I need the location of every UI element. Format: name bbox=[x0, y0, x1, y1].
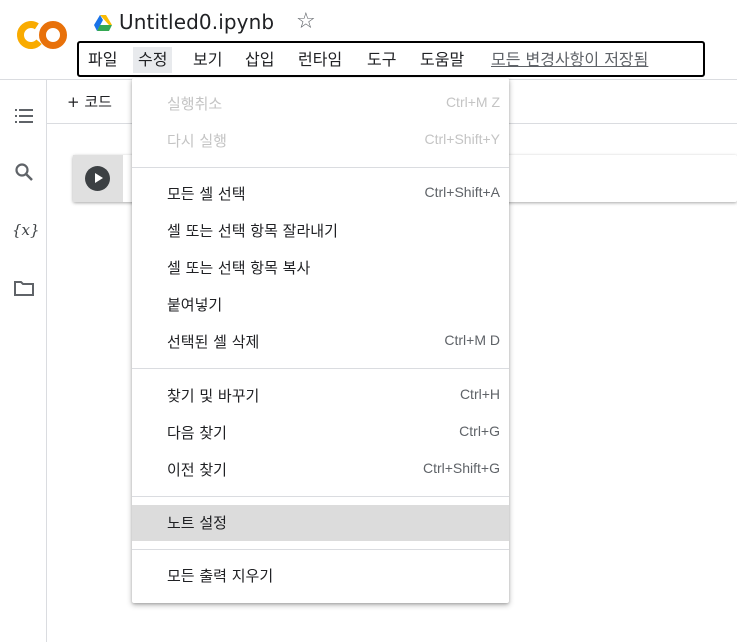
menu-item-label: 붙여넣기 bbox=[167, 296, 223, 314]
menu-edit[interactable]: 수정 bbox=[133, 47, 173, 73]
folder-icon[interactable] bbox=[12, 276, 36, 300]
menu-item-shortcut: Ctrl+Shift+A bbox=[424, 184, 500, 200]
menu-item-shortcut: Ctrl+H bbox=[459, 386, 500, 402]
colab-logo[interactable] bbox=[16, 20, 68, 50]
menu-item-label: 셀 또는 선택 항목 잘라내기 bbox=[167, 222, 338, 240]
menu-divider bbox=[132, 549, 509, 550]
menu-item-find-next[interactable]: 다음 찾기 Ctrl+G bbox=[132, 415, 509, 451]
menu-item-label: 찾기 및 바꾸기 bbox=[167, 387, 260, 405]
menu-item-shortcut: Ctrl+M D bbox=[444, 332, 500, 348]
menu-item-delete-selected-cells[interactable]: 선택된 셀 삭제 Ctrl+M D bbox=[132, 324, 509, 360]
menu-item-redo[interactable]: 다시 실행 Ctrl+Shift+Y bbox=[132, 123, 509, 159]
menu-item-label: 다음 찾기 bbox=[167, 424, 227, 442]
menu-item-label: 모든 출력 지우기 bbox=[167, 567, 274, 585]
menu-item-label: 이전 찾기 bbox=[167, 461, 227, 479]
menu-runtime[interactable]: 런타임 bbox=[293, 47, 347, 73]
menu-divider bbox=[132, 496, 509, 497]
save-status-link[interactable]: 모든 변경사항이 저장됨 bbox=[491, 47, 648, 73]
menu-item-find-replace[interactable]: 찾기 및 바꾸기 Ctrl+H bbox=[132, 378, 509, 414]
edit-dropdown-menu: 실행취소 Ctrl+M Z 다시 실행 Ctrl+Shift+Y 모든 셀 선택… bbox=[132, 78, 509, 603]
menu-item-copy-cell[interactable]: 셀 또는 선택 항목 복사 bbox=[132, 250, 509, 286]
run-cell-button[interactable] bbox=[85, 166, 110, 191]
menu-item-label: 실행취소 bbox=[167, 95, 223, 113]
menubar: 파일 수정 보기 삽입 런타임 도구 도움말 모든 변경사항이 저장됨 bbox=[77, 41, 705, 77]
table-of-contents-icon[interactable] bbox=[12, 104, 36, 128]
cell-gutter bbox=[73, 155, 123, 202]
menu-item-shortcut: Ctrl+Shift+Y bbox=[424, 131, 500, 147]
menu-view[interactable]: 보기 bbox=[188, 47, 227, 73]
add-code-button[interactable]: + 코드 bbox=[67, 90, 112, 114]
menu-item-label: 셀 또는 선택 항목 복사 bbox=[167, 259, 311, 277]
search-icon[interactable] bbox=[12, 160, 36, 184]
menu-item-undo[interactable]: 실행취소 Ctrl+M Z bbox=[132, 86, 509, 122]
menu-item-notebook-settings[interactable]: 노트 설정 bbox=[132, 505, 509, 541]
menu-divider bbox=[132, 167, 509, 168]
menu-divider bbox=[132, 368, 509, 369]
star-icon[interactable]: ☆ bbox=[296, 9, 316, 35]
menu-item-clear-all-outputs[interactable]: 모든 출력 지우기 bbox=[132, 558, 509, 594]
menu-item-label: 다시 실행 bbox=[167, 132, 227, 150]
menu-item-label: 노트 설정 bbox=[167, 514, 227, 532]
menu-file[interactable]: 파일 bbox=[83, 47, 122, 73]
menu-item-label: 모든 셀 선택 bbox=[167, 185, 246, 203]
menu-help[interactable]: 도움말 bbox=[415, 47, 469, 73]
header: Untitled0.ipynb ☆ 파일 수정 보기 삽입 런타임 도구 도움말… bbox=[0, 0, 737, 80]
menu-item-label: 선택된 셀 삭제 bbox=[167, 333, 260, 351]
menu-insert[interactable]: 삽입 bbox=[240, 47, 279, 73]
menu-item-cut-cell[interactable]: 셀 또는 선택 항목 잘라내기 bbox=[132, 213, 509, 249]
menu-item-select-all-cells[interactable]: 모든 셀 선택 Ctrl+Shift+A bbox=[132, 176, 509, 212]
menu-item-shortcut: Ctrl+Shift+G bbox=[422, 460, 500, 476]
menu-item-shortcut: Ctrl+M Z bbox=[445, 94, 500, 110]
google-drive-icon[interactable] bbox=[94, 15, 112, 31]
variables-icon[interactable]: {x} bbox=[12, 218, 40, 242]
menu-item-shortcut: Ctrl+G bbox=[459, 423, 500, 439]
menu-item-paste[interactable]: 붙여넣기 bbox=[132, 287, 509, 323]
menu-tools[interactable]: 도구 bbox=[362, 47, 401, 73]
left-sidebar: {x} bbox=[0, 80, 47, 642]
menu-item-find-previous[interactable]: 이전 찾기 Ctrl+Shift+G bbox=[132, 452, 509, 488]
notebook-title[interactable]: Untitled0.ipynb bbox=[119, 10, 274, 34]
